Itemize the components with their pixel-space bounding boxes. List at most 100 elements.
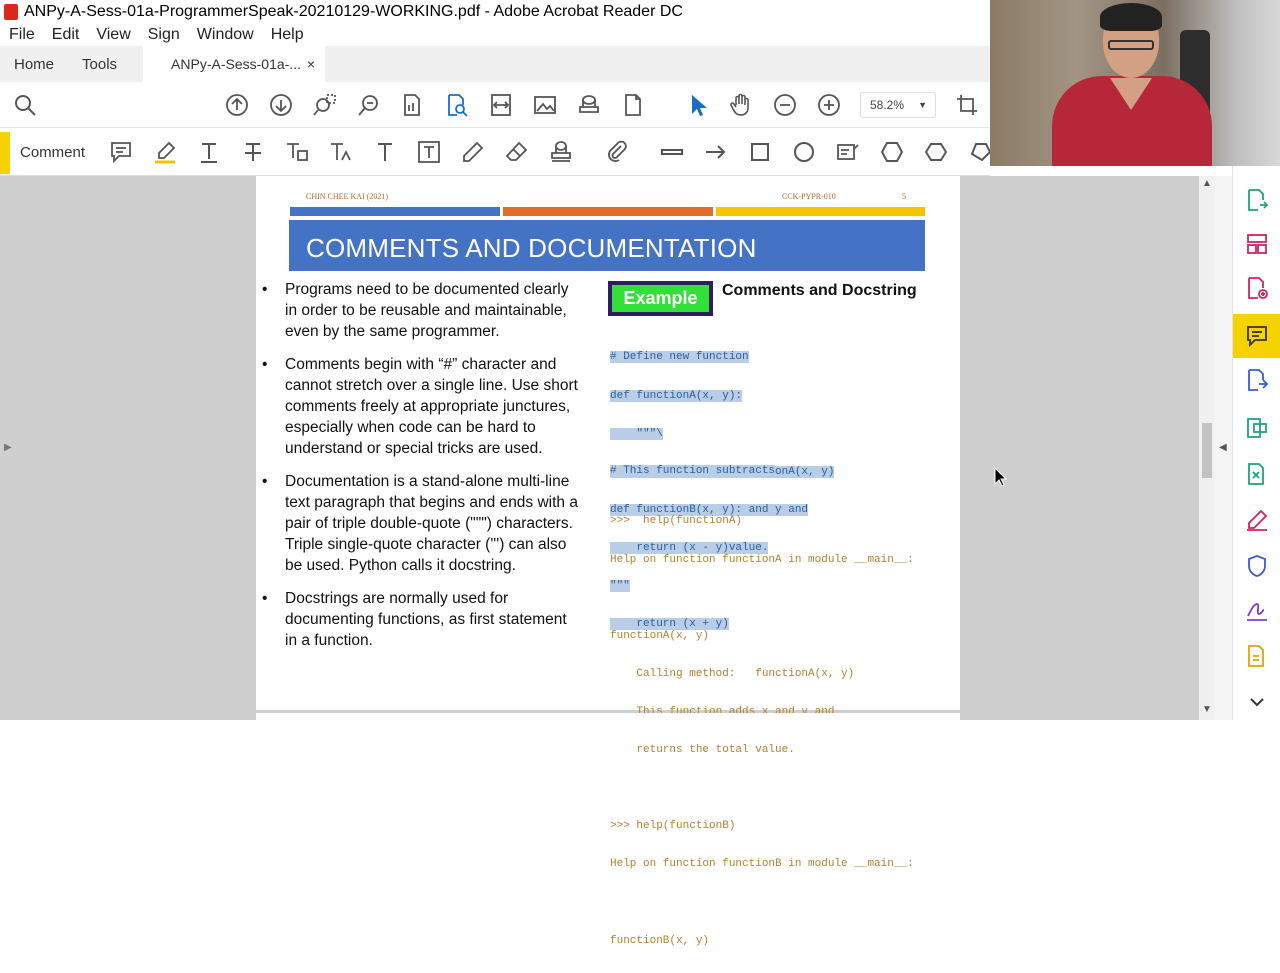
protect-icon[interactable] [1245, 554, 1269, 578]
attach-icon[interactable] [605, 140, 629, 164]
chevron-down-icon[interactable] [1245, 690, 1269, 714]
zoom-out-icon[interactable] [773, 93, 797, 117]
window-titlebar: ANPy-A-Sess-01a-ProgrammerSpeak-20210129… [0, 0, 990, 24]
menu-view[interactable]: View [96, 26, 130, 44]
menu-sign[interactable]: Sign [148, 26, 180, 44]
slide-title-banner: COMMENTS AND DOCUMENTATION [289, 220, 925, 271]
slide-author: CHIN CHEE KAI (2021) [306, 192, 388, 201]
cloud-icon[interactable] [924, 140, 948, 164]
polygon-line-icon[interactable] [968, 140, 992, 164]
scroll-down-icon[interactable]: ▼ [1202, 704, 1212, 715]
bullet-item: • Comments begin with “#” character and c… [262, 356, 578, 457]
comment-box-icon[interactable] [836, 140, 860, 164]
menu-edit[interactable]: Edit [52, 26, 80, 44]
stamp-icon[interactable] [577, 93, 601, 117]
tab-home-label: Home [14, 55, 55, 73]
scrollbar-thumb[interactable] [1202, 423, 1212, 478]
menu-window[interactable]: Window [197, 26, 254, 44]
menu-file[interactable]: File [9, 26, 35, 44]
comment-accent-bar [0, 132, 10, 174]
convert-icon[interactable] [1245, 368, 1269, 392]
fill-sign-icon[interactable] [1245, 508, 1269, 532]
oval-icon[interactable] [792, 140, 816, 164]
select-cursor-icon[interactable] [686, 93, 710, 117]
text-edit-icon[interactable] [329, 140, 353, 164]
search-icon[interactable] [13, 93, 37, 117]
highlight-icon[interactable] [153, 140, 177, 164]
image-icon[interactable] [533, 93, 557, 117]
find-icon[interactable] [445, 93, 469, 117]
code-line: """\ [610, 427, 663, 440]
export-pdf-icon[interactable] [1245, 188, 1269, 212]
code-line: # Define new function [610, 351, 749, 364]
comment-icon[interactable] [1245, 324, 1269, 348]
stamp-icon[interactable] [549, 140, 573, 164]
pencil-icon[interactable] [461, 140, 485, 164]
tab-document[interactable]: ANPy-A-Sess-01a-... × [143, 46, 326, 82]
zoom-select[interactable]: 58.2% ▼ [860, 92, 936, 118]
more-tools-icon[interactable] [1245, 644, 1269, 668]
strikethrough-icon[interactable] [241, 140, 265, 164]
eraser-icon[interactable] [505, 140, 529, 164]
vertical-scrollbar[interactable]: ▲ ▼ [1199, 176, 1215, 720]
stripe-yellow [716, 207, 925, 216]
slide-page-number: 5 [902, 192, 906, 201]
webcam-hair [1100, 3, 1162, 31]
webcam-glasses [1108, 40, 1154, 50]
hand-icon[interactable] [729, 93, 753, 117]
tab-home[interactable]: Home [0, 46, 68, 82]
output-line: Help on function functionA in module __m… [610, 553, 914, 566]
bullet-text: Documentation is a stand-alone multi-lin… [285, 473, 578, 574]
pdf-page[interactable]: CHIN CHEE KAI (2021) CCK-PYPR-010 5 COMM… [256, 176, 960, 947]
add-text-icon[interactable] [373, 140, 397, 164]
edit-pdf-icon[interactable] [1245, 416, 1269, 440]
tab-bar: Home Tools ANPy-A-Sess-01a-... × [0, 46, 990, 82]
scroll-up-icon[interactable]: ▲ [1202, 178, 1212, 189]
right-panel-collapse[interactable]: ◀ [1215, 176, 1232, 720]
next-pdf-page[interactable] [256, 713, 960, 720]
left-panel-toggle-icon[interactable]: ▶ [4, 442, 12, 453]
rectangle-icon[interactable] [748, 140, 772, 164]
tab-document-label: ANPy-A-Sess-01a-... [171, 56, 301, 72]
tab-tools-label: Tools [82, 55, 118, 73]
zoom-in-icon[interactable] [817, 93, 841, 117]
bullet-item: • Documentation is a stand-alone multi-li… [262, 473, 578, 574]
bullet-list: • Programs need to be documented clearly … [262, 279, 582, 663]
organize-pages-icon[interactable] [1245, 232, 1269, 256]
code-line: # This function subtracts [610, 465, 776, 478]
zoom-search-icon[interactable] [357, 93, 381, 117]
acrobat-app-icon [4, 4, 18, 20]
line-icon[interactable] [660, 140, 684, 164]
slide-title: COMMENTS AND DOCUMENTATION [306, 233, 757, 263]
zoom-region-icon[interactable] [313, 93, 337, 117]
collapse-caret-icon[interactable]: ◀ [1219, 442, 1227, 453]
page-down-icon[interactable] [269, 93, 293, 117]
create-pdf-icon[interactable] [1245, 276, 1269, 300]
fit-width-icon[interactable] [489, 93, 513, 117]
sign-icon[interactable] [1245, 598, 1269, 622]
comment-toolbar: Comment [0, 128, 992, 176]
sticky-note-icon[interactable] [109, 140, 133, 164]
output-line: returns the total value. [610, 744, 795, 757]
page-thumbnail-icon[interactable] [400, 93, 424, 117]
output-line: Calling method: functionA(x, y) [610, 667, 855, 680]
tab-close-button[interactable]: × [307, 56, 315, 72]
page-icon[interactable] [621, 93, 645, 117]
stripe-orange [503, 207, 713, 216]
slide-code: CCK-PYPR-010 [782, 192, 836, 201]
example-label: Example [612, 285, 709, 312]
text-box-icon[interactable] [417, 140, 441, 164]
menu-bar: File Edit View Sign Window Help [0, 24, 990, 46]
compress-icon[interactable] [1245, 462, 1269, 486]
crop-icon[interactable] [955, 93, 979, 117]
menu-help[interactable]: Help [271, 26, 304, 44]
text-icon[interactable] [197, 140, 221, 164]
polygon-icon[interactable] [880, 140, 904, 164]
page-up-icon[interactable] [225, 93, 249, 117]
arrow-icon[interactable] [704, 140, 728, 164]
window-title: ANPy-A-Sess-01a-ProgrammerSpeak-20210129… [24, 3, 683, 20]
replace-text-icon[interactable] [285, 140, 309, 164]
tab-tools[interactable]: Tools [68, 46, 131, 82]
bullet-text: Programs need to be documented clearly i… [285, 281, 569, 340]
